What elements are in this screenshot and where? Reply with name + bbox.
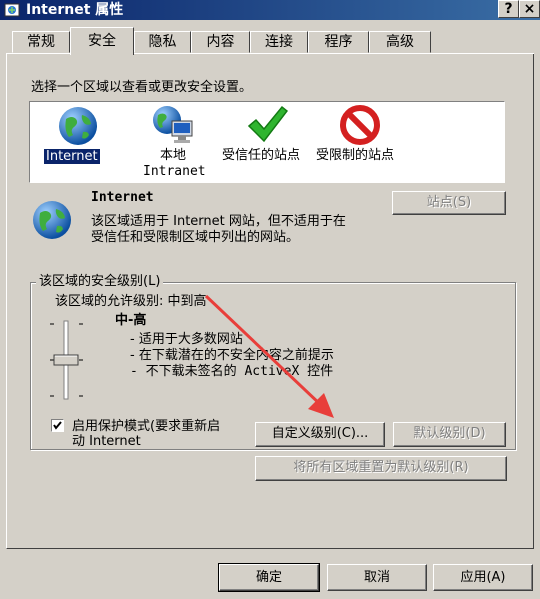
tab-connections[interactable]: 连接 <box>250 31 308 53</box>
restricted-icon <box>339 104 381 146</box>
tab-programs[interactable]: 程序 <box>308 31 369 53</box>
zone-restricted-label: 受限制的站点 <box>316 148 395 163</box>
tab-general[interactable]: 常规 <box>12 31 70 53</box>
checkmark-glyph-icon <box>53 421 62 430</box>
reset-all-zones-button[interactable]: 将所有区域重置为默认级别(R) <box>255 456 507 481</box>
zone-restricted[interactable]: 受限制的站点 <box>316 148 394 164</box>
allowed-level-text: 该区域的允许级别: 中到高 <box>55 294 207 309</box>
apply-button[interactable]: 应用(A) <box>433 564 533 591</box>
default-level-button[interactable]: 默认级别(D) <box>393 422 506 447</box>
security-level-slider[interactable] <box>48 318 88 402</box>
close-button[interactable]: × <box>519 0 540 18</box>
help-button[interactable]: ? <box>498 0 519 18</box>
zone-description-line1: 该区域适用于 Internet 网站，但不适用于在 <box>91 214 346 229</box>
protected-mode-checkbox[interactable] <box>51 419 64 432</box>
tab-privacy[interactable]: 隐私 <box>134 31 191 53</box>
tab-security[interactable]: 安全 <box>70 27 134 55</box>
zone-internet-label: Internet <box>43 148 101 165</box>
checkmark-icon <box>246 104 289 146</box>
zone-internet[interactable]: Internet <box>43 148 101 165</box>
zone-trusted[interactable]: 受信任的站点 <box>222 148 300 164</box>
intranet-icon <box>152 105 194 145</box>
zone-prompt: 选择一个区域以查看或更改安全设置。 <box>31 80 253 95</box>
cancel-button[interactable]: 取消 <box>327 564 427 591</box>
window-title: Internet 属性 <box>26 2 124 18</box>
selected-zone-globe-icon <box>31 199 73 241</box>
tab-advanced[interactable]: 高级 <box>369 31 431 53</box>
zone-intranet[interactable]: 本地 Intranet <box>143 148 206 180</box>
zone-intranet-label2: Intranet <box>143 164 206 179</box>
ok-button[interactable]: 确定 <box>218 563 320 592</box>
zone-name: Internet <box>91 190 154 205</box>
internet-options-icon <box>4 2 20 18</box>
tab-content[interactable]: 内容 <box>191 31 250 53</box>
zone-trusted-label: 受信任的站点 <box>222 148 301 163</box>
protected-mode-label-2[interactable]: 动 Internet <box>72 434 141 450</box>
annotation-arrow <box>200 292 340 422</box>
zone-description-line2: 受信任和受限制区域中列出的网站。 <box>91 230 300 245</box>
sites-button[interactable]: 站点(S) <box>392 191 506 215</box>
custom-level-button[interactable]: 自定义级别(C)... <box>255 422 385 447</box>
security-level-group-title: 该区域的安全级别(L) <box>36 274 164 290</box>
level-name: 中-高 <box>115 313 147 328</box>
zone-intranet-label: 本地 <box>159 148 186 163</box>
globe-icon <box>57 105 99 147</box>
protected-mode-label-1[interactable]: 启用保护模式(要求重新启 <box>72 419 220 435</box>
